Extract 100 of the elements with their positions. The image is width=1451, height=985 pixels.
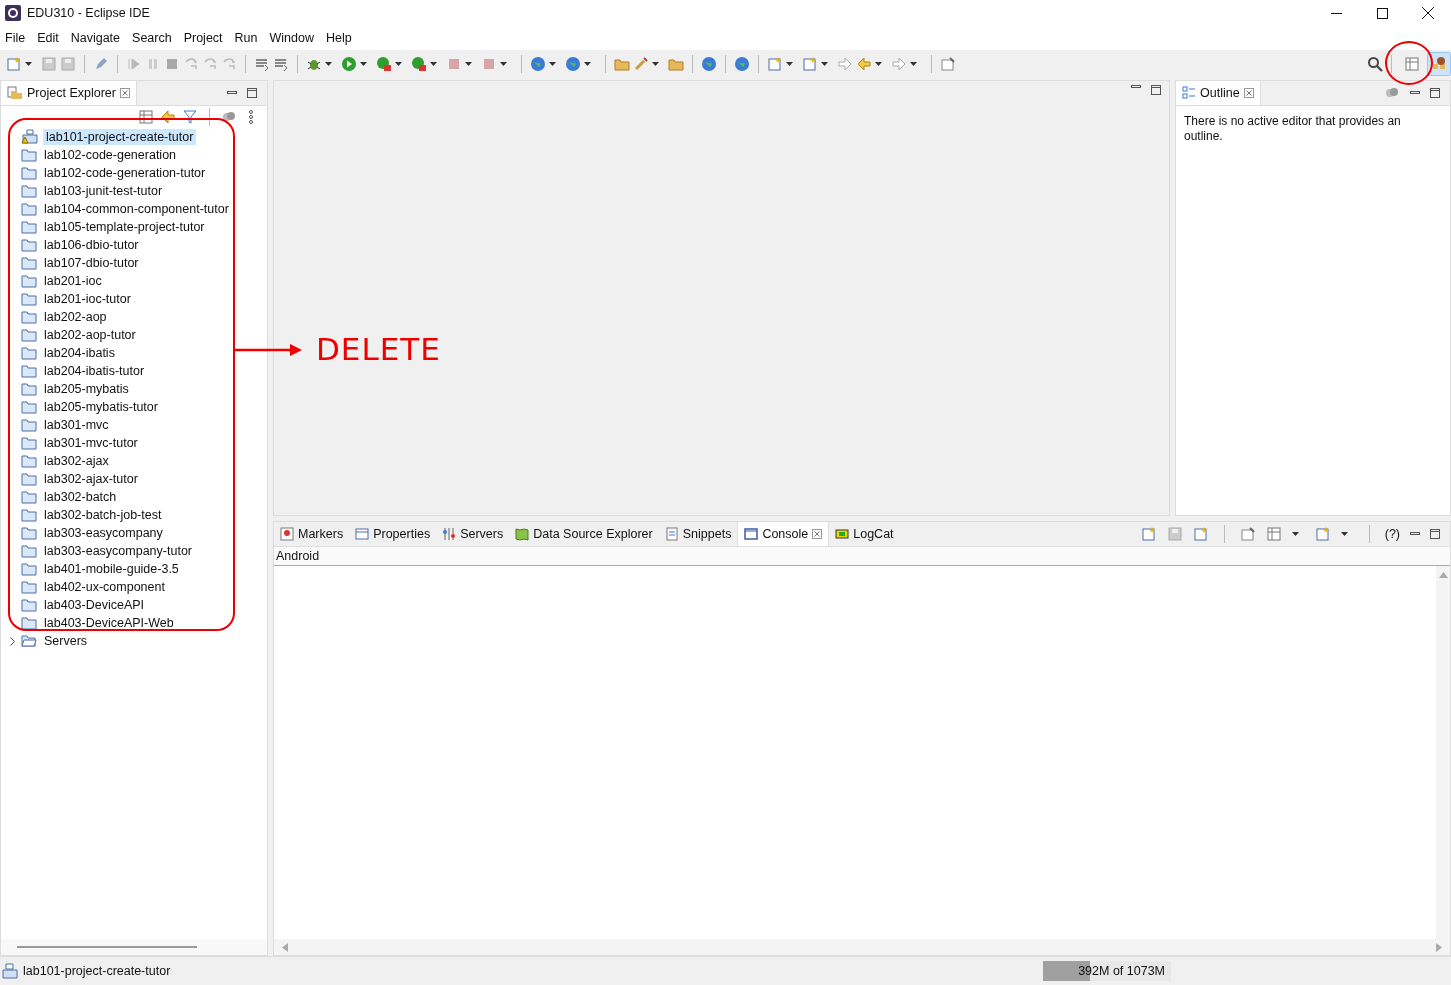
close-icon[interactable] (119, 88, 130, 98)
caret-icon[interactable] (325, 62, 332, 66)
tree-item[interactable]: lab302-ajax (41, 453, 112, 469)
tree-item[interactable]: lab204-ibatis (41, 345, 118, 361)
run-tool-icon[interactable] (376, 56, 392, 72)
tree-item[interactable]: lab403-DeviceAPI-Web (41, 615, 177, 631)
maximize-icon[interactable] (1430, 88, 1440, 98)
tree-item[interactable]: lab102-code-generation-tutor (41, 165, 209, 181)
tree-item[interactable]: lab403-DeviceAPI (41, 597, 148, 613)
caret-icon[interactable] (786, 62, 793, 66)
tree-item[interactable]: lab202-aop (41, 309, 110, 325)
tree-item[interactable]: lab201-ioc (41, 273, 105, 289)
tree-item[interactable]: lab402-ux-component (41, 579, 168, 595)
maximize-icon (1376, 7, 1388, 19)
caret-icon[interactable] (821, 62, 828, 66)
tree-item[interactable]: lab301-mvc-tutor (41, 435, 141, 451)
maximize-icon[interactable] (247, 88, 257, 98)
view-tab[interactable]: Console (737, 522, 830, 546)
caret-icon[interactable] (584, 62, 591, 66)
project-warning-icon (21, 129, 39, 145)
open-folder-icon[interactable] (614, 56, 630, 72)
view-tab[interactable]: Servers (436, 522, 510, 546)
tree-item[interactable]: lab303-easycompany (41, 525, 166, 541)
menu-item[interactable]: File (0, 31, 33, 45)
caret-icon[interactable] (360, 62, 367, 66)
menu-item[interactable]: Help (320, 31, 359, 45)
tree-item[interactable]: lab202-aop-tutor (41, 327, 139, 343)
menu-item[interactable]: Navigate (65, 31, 128, 45)
tree-item[interactable]: lab101-project-create-tutor (43, 129, 197, 145)
minimize-icon[interactable] (1410, 532, 1420, 536)
folder-icon (21, 310, 37, 324)
tree-item[interactable]: lab302-ajax-tutor (41, 471, 141, 487)
maximize-icon[interactable] (1430, 529, 1440, 539)
caret-icon[interactable] (395, 62, 402, 66)
maximize-icon[interactable] (1151, 85, 1161, 95)
menu-item[interactable]: Project (178, 31, 230, 45)
tree-item[interactable]: lab104-common-component-tutor (41, 201, 232, 217)
expand-chevron-icon[interactable] (9, 636, 15, 646)
caret-icon[interactable] (910, 62, 917, 66)
view-tab[interactable]: LogCat (829, 522, 900, 546)
tab-label: Servers (460, 527, 504, 541)
caret-icon[interactable] (25, 62, 32, 66)
menu-item[interactable]: Edit (32, 31, 66, 45)
minimize-icon[interactable] (1410, 91, 1420, 95)
caret-icon[interactable] (430, 62, 437, 66)
caret-icon[interactable] (875, 62, 882, 66)
view-tab[interactable]: Properties (349, 522, 437, 546)
highlight-circle (1385, 41, 1433, 85)
last-edit-icon[interactable] (837, 56, 853, 72)
tree-item[interactable]: lab107-dbio-tutor (41, 255, 142, 271)
search-icon[interactable] (1367, 56, 1383, 72)
pencil-icon[interactable] (93, 56, 109, 72)
minimize-icon[interactable] (1131, 85, 1141, 89)
help-button[interactable]: (?) (1384, 527, 1400, 541)
minimize-icon[interactable] (227, 91, 237, 95)
tree-item[interactable]: lab201-ioc-tutor (41, 291, 134, 307)
caret-icon[interactable] (500, 62, 507, 66)
view-tab[interactable]: Markers (274, 522, 350, 546)
menu-item[interactable]: Search (127, 31, 179, 45)
tree-item[interactable]: lab103-junit-test-tutor (41, 183, 166, 199)
tree-item[interactable]: lab303-easycompany-tutor (41, 543, 195, 559)
caret-icon[interactable] (549, 62, 556, 66)
folder-icon (21, 616, 37, 630)
tree-item[interactable]: lab205-mybatis (41, 381, 132, 397)
close-icon[interactable] (812, 529, 823, 539)
tree-item[interactable]: Servers (41, 633, 91, 649)
folders-icon (7, 86, 23, 100)
view-tab[interactable]: Snippets (658, 522, 738, 546)
caret-icon[interactable] (652, 62, 659, 66)
menu-item[interactable]: Run (229, 31, 265, 45)
outline-message: There is no active editor that provides an outline. (1183, 113, 1402, 145)
tree-item[interactable]: lab301-mvc (41, 417, 112, 433)
wand-icon[interactable] (633, 56, 649, 72)
tree-item[interactable]: lab401-mobile-guide-3.5 (41, 561, 182, 577)
view-tab[interactable]: Outline (1176, 81, 1261, 105)
close-icon[interactable] (1243, 88, 1254, 98)
folder-icon (21, 454, 37, 468)
lines-icon[interactable] (254, 56, 270, 72)
view-tab[interactable]: Data Source Explorer (509, 522, 659, 546)
tree-item[interactable]: lab102-code-generation (41, 147, 180, 163)
tree-item[interactable]: lab205-mybatis-tutor (41, 399, 161, 415)
caret-icon[interactable] (1291, 532, 1299, 536)
run-tool-icon[interactable] (411, 56, 427, 72)
caret-icon[interactable] (1340, 532, 1348, 536)
folder-icon (21, 328, 37, 342)
logcat-icon (835, 527, 850, 541)
grid-icon (1404, 56, 1420, 72)
scrollbar-thumb[interactable] (17, 946, 197, 948)
tree-item[interactable]: lab204-ibatis-tutor (41, 363, 148, 379)
folder-icon (21, 364, 37, 378)
tree-item[interactable]: lab302-batch-job-test (41, 507, 165, 523)
tree-item[interactable]: lab105-template-project-tutor (41, 219, 208, 235)
perspective-button[interactable] (1427, 52, 1451, 76)
view-tab[interactable]: Project Explorer (1, 81, 137, 105)
globe-icon[interactable] (701, 56, 717, 72)
tree-item[interactable]: lab302-batch (41, 489, 120, 505)
tree-item[interactable]: lab106-dbio-tutor (41, 237, 142, 253)
caret-icon[interactable] (465, 62, 472, 66)
menu-item[interactable]: Window (264, 31, 321, 45)
folder-icon[interactable] (668, 56, 684, 72)
